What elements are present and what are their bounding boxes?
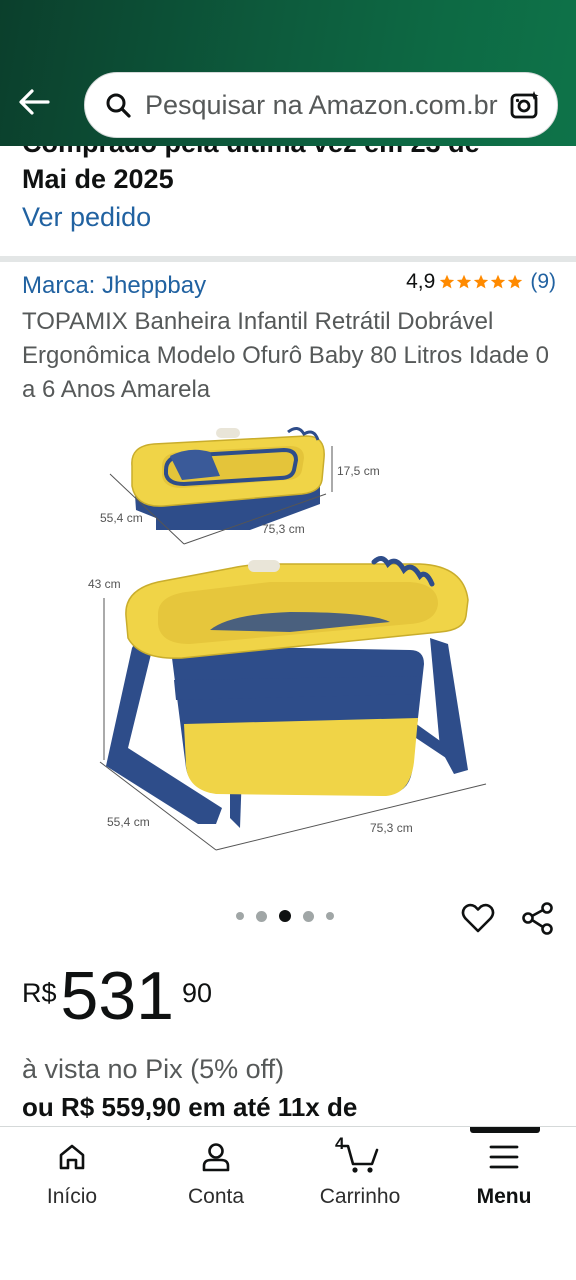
dimension-folded-height: 17,5 cm xyxy=(337,464,380,478)
dimension-width: 75,3 cm xyxy=(370,821,413,835)
last-purchase-text: Comprado pela última vez em 23 de xyxy=(22,146,480,159)
nav-cart-label: Carrinho xyxy=(319,1185,401,1208)
rating-summary[interactable]: 4,9 (9) xyxy=(406,270,556,294)
search-icon xyxy=(103,90,133,120)
price-fraction: 90 xyxy=(181,978,213,1008)
installments-text: ou R$ 559,90 em até 11x de xyxy=(22,1092,358,1122)
carousel-dot[interactable] xyxy=(326,912,334,920)
star-icon xyxy=(457,274,472,289)
image-carousel-dots[interactable] xyxy=(236,910,334,922)
product-image[interactable]: 17,5 cm 55,4 cm 75,3 cm 43 cm 55,4 cm 75… xyxy=(70,418,510,858)
cart-count-badge: 4 xyxy=(335,1134,345,1153)
camera-search-icon[interactable] xyxy=(507,87,543,123)
nav-menu[interactable]: Menu xyxy=(444,1137,564,1217)
star-icon xyxy=(491,274,506,289)
dimension-depth: 55,4 cm xyxy=(107,815,150,829)
nav-account[interactable]: Conta xyxy=(156,1137,276,1217)
price-currency: R$ xyxy=(22,978,57,1008)
nav-cart[interactable]: Carrinho xyxy=(300,1137,420,1217)
share-icon xyxy=(522,902,553,935)
dimension-folded-width: 75,3 cm xyxy=(262,522,305,536)
nav-account-label: Conta xyxy=(187,1185,245,1208)
cart-icon xyxy=(340,1137,380,1177)
carousel-dot[interactable] xyxy=(303,910,314,922)
product-title: TOPAMIX Banheira Infantil Retrátil Dobrá… xyxy=(22,308,549,403)
search-bar[interactable] xyxy=(84,72,558,138)
menu-icon xyxy=(484,1137,524,1177)
back-arrow-icon xyxy=(19,89,50,115)
heart-icon xyxy=(461,903,495,933)
pix-price-note: à vista no Pix (5% off) xyxy=(22,1054,285,1084)
carousel-dot[interactable] xyxy=(256,910,267,922)
wishlist-button[interactable] xyxy=(460,900,496,936)
rating-count[interactable]: (9) xyxy=(530,270,556,294)
view-order-link[interactable]: Ver pedido xyxy=(22,202,151,233)
back-button[interactable] xyxy=(14,84,54,120)
header xyxy=(0,0,576,146)
last-purchase-date: Mai de 2025 xyxy=(22,164,174,194)
carousel-dot-active[interactable] xyxy=(279,910,291,922)
price-whole: 531 xyxy=(60,958,174,1034)
star-icon xyxy=(440,274,455,289)
price: R$ 531 90 xyxy=(22,958,212,1034)
bottom-navigation: Início Conta Carrinho Menu xyxy=(0,1126,576,1280)
share-button[interactable] xyxy=(520,900,556,936)
account-icon xyxy=(196,1137,236,1177)
open-tub-illustration xyxy=(99,556,487,851)
star-icon xyxy=(508,274,523,289)
carousel-dot[interactable] xyxy=(236,912,244,920)
nav-menu-label: Menu xyxy=(476,1185,532,1208)
nav-home[interactable]: Início xyxy=(12,1137,132,1217)
brand-link[interactable]: Marca: Jheppbay xyxy=(22,272,206,300)
rating-stars xyxy=(439,274,524,290)
last-purchase-info: Comprado pela última vez em 23 de Mai de… xyxy=(0,146,576,258)
home-icon xyxy=(52,1137,92,1177)
nav-home-label: Início xyxy=(46,1185,98,1208)
search-input[interactable] xyxy=(145,89,499,121)
dimension-height: 43 cm xyxy=(88,577,121,591)
rating-value: 4,9 xyxy=(406,270,436,293)
active-tab-indicator xyxy=(470,1127,540,1133)
star-icon xyxy=(474,274,489,289)
dimension-folded-depth: 55,4 cm xyxy=(100,511,143,525)
section-divider xyxy=(0,256,576,262)
